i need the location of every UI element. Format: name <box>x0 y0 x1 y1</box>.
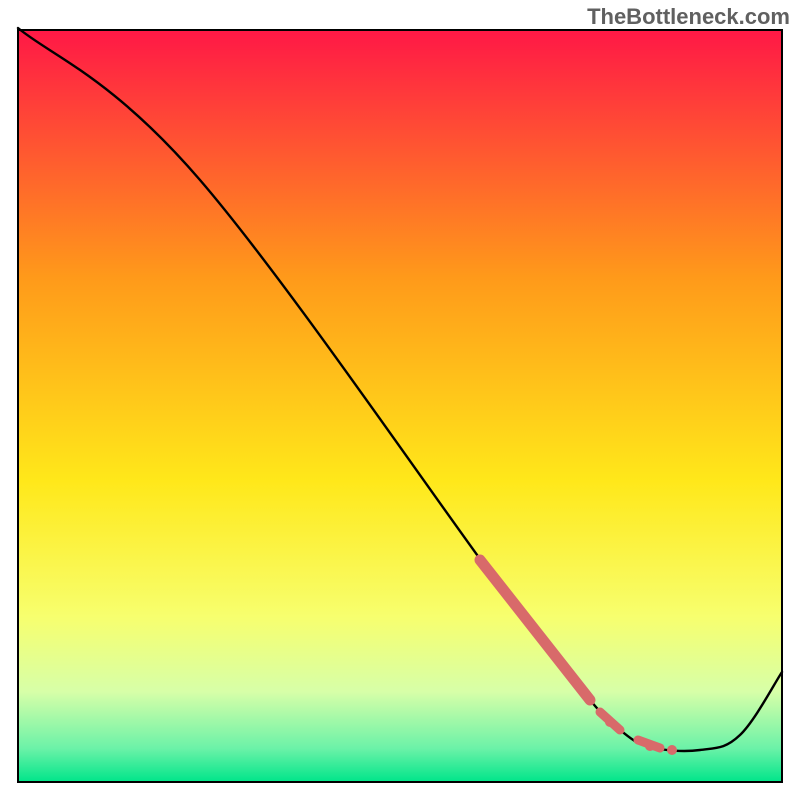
highlight-dot <box>667 745 677 755</box>
chart-svg <box>0 0 800 800</box>
highlight-dot <box>645 741 655 751</box>
highlight-dot <box>605 717 615 727</box>
bottleneck-chart: TheBottleneck.com <box>0 0 800 800</box>
watermark-text: TheBottleneck.com <box>587 4 790 30</box>
plot-background <box>18 30 782 782</box>
